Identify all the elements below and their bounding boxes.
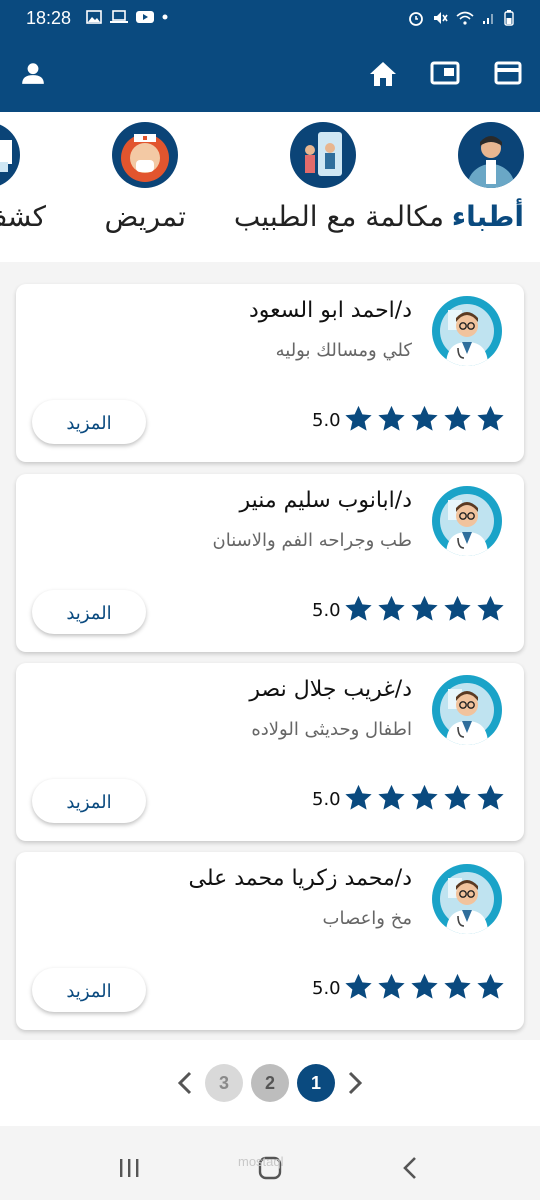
doctor-avatar (432, 675, 502, 745)
star-rating (343, 594, 506, 624)
doctor-specialty: كلي ومسالك بوليه (275, 340, 412, 361)
more-button[interactable]: المزيد (32, 590, 146, 634)
chevron-right-icon[interactable] (346, 1070, 364, 1096)
star-icon (444, 973, 471, 999)
category-checkup[interactable]: كشف (0, 122, 46, 233)
star-icon (477, 595, 504, 621)
category-label: كشف (0, 200, 46, 233)
home-icon[interactable] (368, 60, 398, 88)
star-rating (343, 972, 506, 1002)
app-bar (0, 38, 540, 112)
category-video-call[interactable]: مكالمة مع الطبيب (234, 122, 444, 233)
page-1-button[interactable]: 1 (297, 1064, 335, 1102)
star-icon (444, 405, 471, 431)
rating-value: 5.0 (312, 978, 341, 999)
doctor-avatar (432, 296, 502, 366)
video-call-icon (290, 122, 356, 188)
doctor-card[interactable]: د/ابانوب سليم منير طب وجراحه الفم والاسن… (16, 474, 524, 652)
doctor-specialty: مخ واعصاب (322, 908, 412, 929)
star-icon (378, 784, 405, 810)
wifi-icon (456, 11, 474, 25)
doctor-card[interactable]: د/احمد ابو السعود كلي ومسالك بوليه 5.0 ا… (16, 284, 524, 462)
star-icon (345, 973, 372, 999)
recent-apps-icon[interactable] (118, 1158, 140, 1178)
doctor-avatar (432, 864, 502, 934)
profile-icon[interactable] (20, 60, 46, 86)
star-icon (411, 405, 438, 431)
star-icon (345, 595, 372, 621)
youtube-icon (136, 11, 154, 23)
battery-icon (504, 10, 514, 26)
doctor-specialty: طب وجراحه الفم والاسنان (212, 530, 412, 551)
status-left-icons (86, 10, 168, 24)
alarm-icon (409, 12, 423, 26)
page-3-button[interactable]: 3 (205, 1064, 243, 1102)
nurse-icon (112, 122, 178, 188)
more-button[interactable]: المزيد (32, 968, 146, 1012)
more-button[interactable]: المزيد (32, 779, 146, 823)
more-button[interactable]: المزيد (32, 400, 146, 444)
checkup-icon (0, 122, 20, 188)
category-label: أطباء (451, 200, 524, 233)
chevron-left-icon[interactable] (176, 1070, 194, 1096)
category-doctors[interactable]: أطباء (452, 122, 524, 233)
back-nav-icon[interactable] (402, 1156, 418, 1180)
star-icon (411, 784, 438, 810)
star-icon (411, 595, 438, 621)
laptop-icon (110, 10, 128, 23)
doctor-name: د/محمد زكريا محمد على (188, 866, 412, 891)
doctor-card[interactable]: د/محمد زكريا محمد على مخ واعصاب 5.0 المز… (16, 852, 524, 1030)
doctor-icon (458, 122, 524, 188)
star-icon (477, 405, 504, 431)
status-time: 18:28 (26, 8, 72, 28)
star-icon (378, 973, 405, 999)
star-icon (378, 595, 405, 621)
system-nav-bar: mostaql (0, 1138, 540, 1200)
star-icon (444, 595, 471, 621)
star-rating (343, 783, 506, 813)
gallery-icon (86, 10, 102, 24)
star-icon (345, 405, 372, 431)
star-icon (477, 784, 504, 810)
doctor-name: د/احمد ابو السعود (249, 298, 412, 323)
watermark-logo: mostaql (238, 1154, 284, 1169)
doctor-specialty: اطفال وحديثى الولاده (251, 719, 412, 740)
rating-value: 5.0 (312, 789, 341, 810)
category-strip: أطباء مكالمة مع الطبيب تمريض كشف (0, 112, 540, 262)
category-label: مكالمة مع الطبيب (233, 200, 444, 233)
category-nursing[interactable]: تمريض (104, 122, 186, 233)
star-icon (411, 973, 438, 999)
rating-value: 5.0 (312, 410, 341, 431)
signal-icon (483, 14, 493, 24)
doctor-name: د/ابانوب سليم منير (239, 488, 412, 513)
status-bar: 18:28 (0, 0, 540, 38)
star-icon (477, 973, 504, 999)
mute-icon (434, 12, 448, 24)
credit-card-icon[interactable] (494, 60, 522, 86)
picture-in-picture-icon[interactable] (430, 60, 460, 86)
doctor-name: د/غريب جلال نصر (249, 677, 412, 702)
page-2-button[interactable]: 2 (251, 1064, 289, 1102)
dot-icon (162, 14, 168, 20)
doctor-avatar (432, 486, 502, 556)
star-icon (444, 784, 471, 810)
category-label: تمريض (104, 200, 186, 233)
pagination: 3 2 1 (0, 1040, 540, 1126)
star-icon (378, 405, 405, 431)
star-rating (343, 404, 506, 434)
status-right-icons (408, 10, 514, 26)
star-icon (345, 784, 372, 810)
doctor-card[interactable]: د/غريب جلال نصر اطفال وحديثى الولاده 5.0… (16, 663, 524, 841)
rating-value: 5.0 (312, 600, 341, 621)
